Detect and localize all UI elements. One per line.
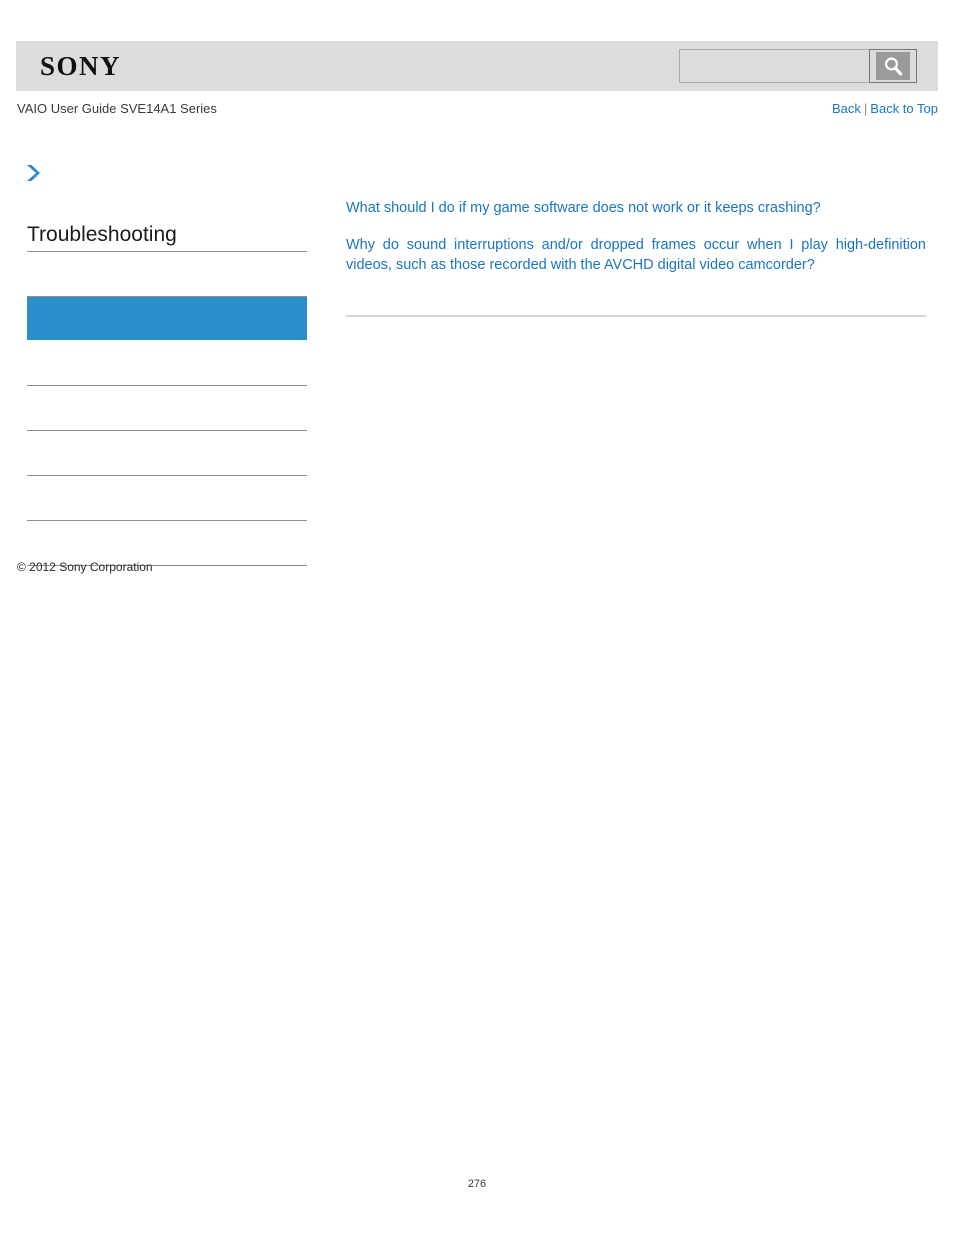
chevron-right-icon[interactable] [24,162,44,184]
page-number: 276 [467,1178,487,1190]
sidebar-item[interactable] [27,476,307,521]
link-separator: | [863,101,868,116]
page-title: Troubleshooting [27,222,307,252]
copyright-notice: © 2012 Sony Corporation [17,560,153,574]
header-nav-links: Back | Back to Top [832,101,938,116]
site-header-bar: SONY [16,41,938,91]
search-input[interactable] [679,49,869,83]
topic-link[interactable]: What should I do if my game software doe… [346,198,926,218]
content-divider [346,315,926,317]
search-icon [876,52,910,80]
search-box [679,49,917,83]
sidebar-item-selected[interactable] [27,296,307,340]
sidebar-item[interactable] [27,340,307,386]
sony-logo: SONY [40,51,122,81]
guide-title: VAIO User Guide SVE14A1 Series [17,101,217,116]
back-link[interactable]: Back [832,101,861,116]
sidebar-nav-list [27,296,307,566]
main-content: What should I do if my game software doe… [346,198,926,275]
sidebar-item[interactable] [27,431,307,476]
search-button[interactable] [869,49,917,83]
sidebar-item[interactable] [27,386,307,431]
back-to-top-link[interactable]: Back to Top [870,101,938,116]
topic-link[interactable]: Why do sound interruptions and/or droppe… [346,235,926,275]
